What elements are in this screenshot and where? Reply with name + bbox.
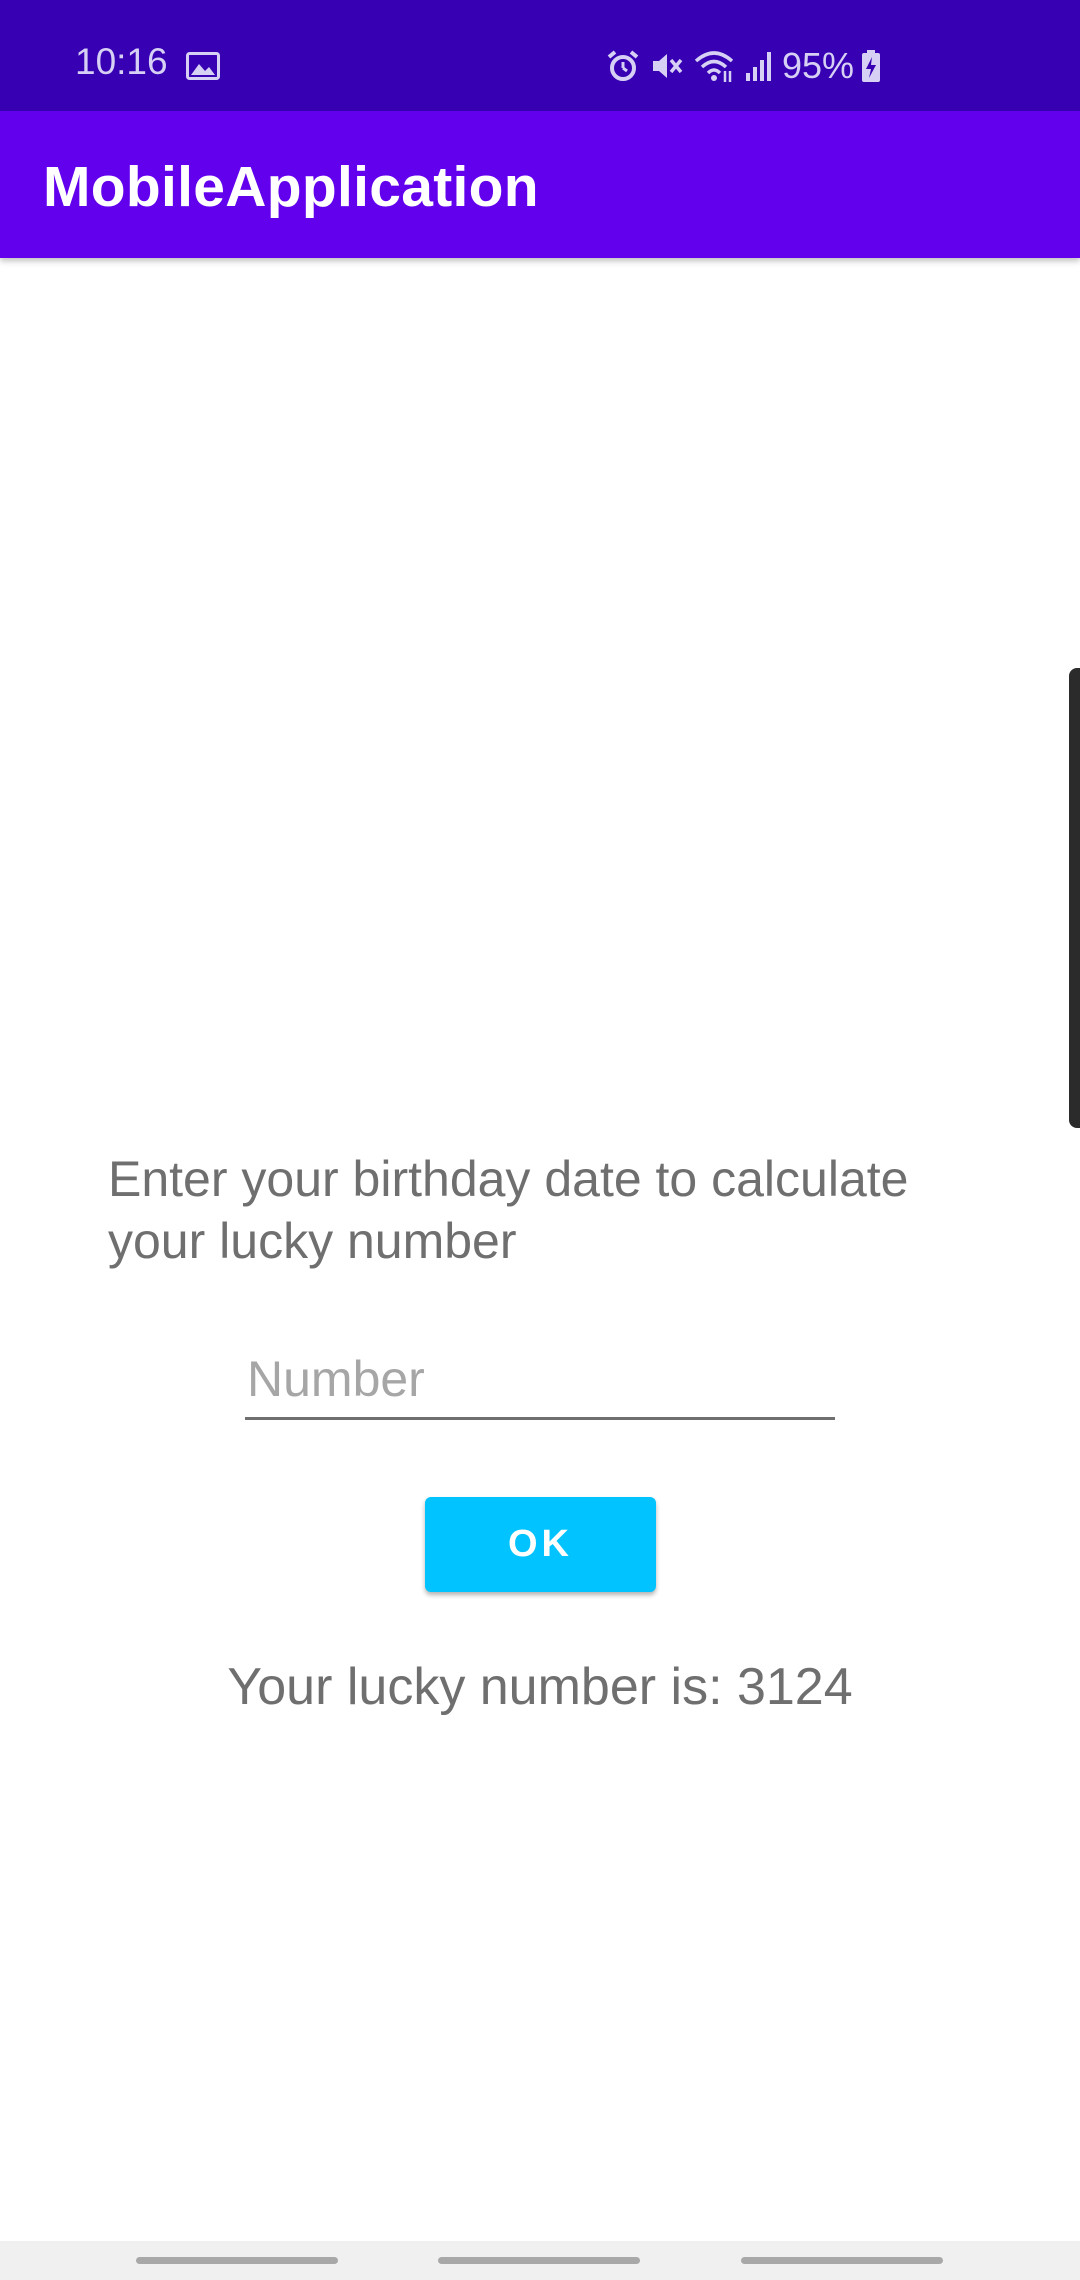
alarm-icon [607, 50, 639, 81]
battery-charging-icon [862, 50, 881, 82]
recent-apps-button[interactable] [136, 2257, 338, 2264]
app-screen: 10:16 95% MobileApplication Enter your b… [0, 0, 1080, 2280]
back-button[interactable] [741, 2257, 943, 2264]
edge-panel-handle[interactable] [1069, 668, 1080, 1128]
navigation-bar [0, 2241, 1080, 2280]
birthday-prompt: Enter your birthday date to calculate yo… [108, 1151, 909, 1269]
ok-button[interactable]: OK [425, 1497, 656, 1592]
wifi-icon [694, 51, 734, 82]
home-button[interactable] [438, 2257, 640, 2264]
signal-icon [746, 52, 771, 81]
gallery-icon [186, 52, 220, 80]
status-time: 10:16 [75, 41, 168, 82]
number-input[interactable] [245, 1340, 835, 1420]
status-icons: 95% [606, 44, 882, 88]
battery-percent: 95% [782, 45, 855, 86]
lucky-number-result: Your lucky number is: 3124 [227, 1658, 853, 1716]
app-bar: MobileApplication [0, 111, 1080, 258]
status-bar: 10:16 95% [0, 0, 1080, 111]
mute-icon [653, 54, 683, 78]
app-title: MobileApplication [43, 155, 539, 219]
